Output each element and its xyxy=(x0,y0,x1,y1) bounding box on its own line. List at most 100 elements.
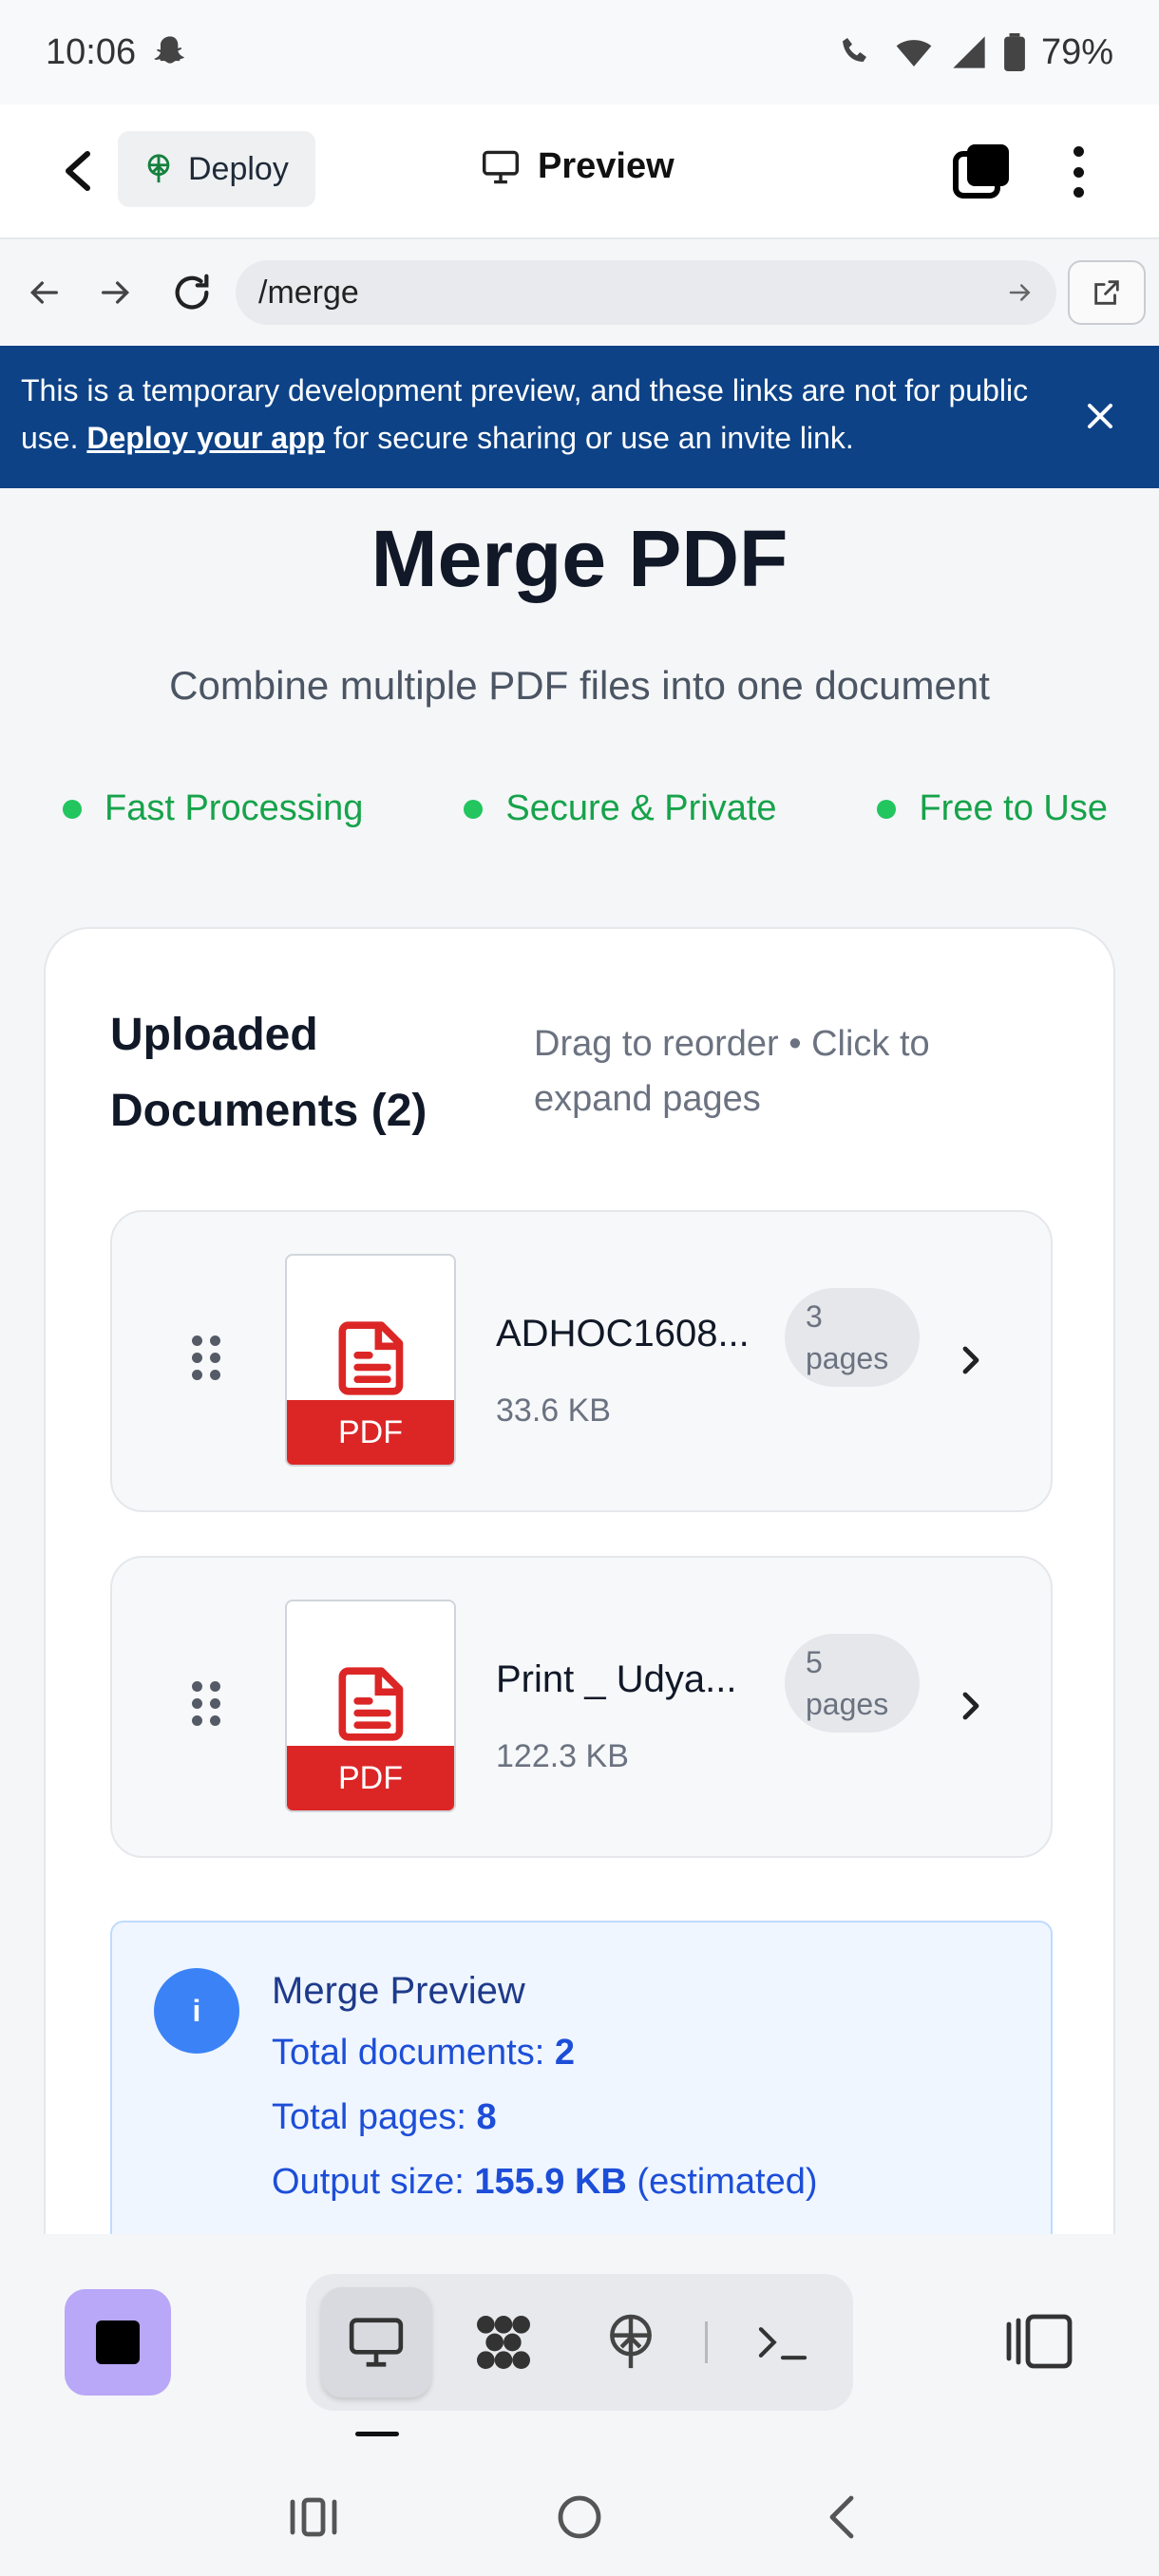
app-header: Deploy Preview xyxy=(0,104,1159,239)
toolbar-divider xyxy=(705,2321,708,2363)
drag-handle-icon[interactable] xyxy=(192,1335,220,1381)
kebab-dot xyxy=(1073,146,1084,157)
chevron-left-icon xyxy=(829,2495,854,2539)
deploy-button[interactable]: Deploy xyxy=(118,131,315,207)
document-size: 33.6 KB xyxy=(496,1392,611,1429)
document-name: Print _ Udya... xyxy=(496,1658,737,1700)
external-link-icon xyxy=(1094,280,1119,305)
status-bar: 10:06 79% xyxy=(0,0,1159,104)
browser-back-button[interactable] xyxy=(17,266,70,319)
signal-icon xyxy=(953,36,985,68)
monitor-icon xyxy=(349,2318,404,2367)
deploy-tab[interactable] xyxy=(576,2287,686,2397)
banner-close-button[interactable] xyxy=(1079,395,1121,437)
stop-button[interactable] xyxy=(65,2289,171,2396)
arrow-left-icon xyxy=(29,281,58,304)
active-tab-indicator xyxy=(355,2432,399,2436)
cluster-icon xyxy=(477,2316,530,2369)
reload-button[interactable] xyxy=(165,266,218,319)
total-documents-label: Total documents: xyxy=(272,2033,555,2073)
document-item[interactable]: PDF ADHOC1608... 33.6 KB 3 pages xyxy=(110,1210,1053,1512)
drag-handle-icon[interactable] xyxy=(192,1681,220,1727)
system-navigation-bar xyxy=(0,2453,1159,2576)
feature-item: Free to Use xyxy=(877,788,1108,829)
system-back-button[interactable] xyxy=(815,2489,872,2546)
kebab-dot xyxy=(1073,187,1084,198)
file-text-icon xyxy=(338,1321,404,1395)
panel-toggle-button[interactable] xyxy=(1001,2308,1077,2375)
back-button[interactable] xyxy=(49,142,106,199)
kebab-dot xyxy=(1073,166,1084,178)
page-subtitle: Combine multiple PDF files into one docu… xyxy=(169,663,990,708)
page-count-label: pages xyxy=(806,1687,889,1721)
home-icon xyxy=(558,2495,601,2539)
file-text-icon xyxy=(338,1667,404,1741)
feature-dot xyxy=(877,799,897,819)
close-icon xyxy=(1087,403,1113,429)
total-pages-label: Total pages: xyxy=(272,2097,477,2137)
output-size-value: 155.9 KB xyxy=(474,2162,627,2202)
banner-text-after: for secure sharing or use an invite link… xyxy=(325,421,854,455)
page-count-badge: 5 pages xyxy=(785,1634,920,1733)
agent-tab[interactable] xyxy=(448,2287,559,2397)
feature-label: Fast Processing xyxy=(104,788,364,828)
document-size: 122.3 KB xyxy=(496,1738,629,1774)
feature-label: Secure & Private xyxy=(505,788,777,828)
expand-pages-button[interactable] xyxy=(954,1687,988,1725)
arrow-right-icon xyxy=(1009,284,1031,301)
more-options-button[interactable] xyxy=(1054,141,1102,203)
shell-tab[interactable] xyxy=(728,2287,838,2397)
merge-preview-title: Merge Preview xyxy=(272,1970,525,2012)
battery-percent: 79% xyxy=(1040,31,1113,72)
reorder-hint: Drag to reorder • Click to expand pages xyxy=(534,1024,930,1119)
reload-icon xyxy=(175,274,209,310)
feature-dot xyxy=(464,799,484,819)
open-external-button[interactable] xyxy=(1068,260,1146,325)
preview-tab[interactable] xyxy=(321,2287,431,2397)
url-text: /merge xyxy=(258,274,359,311)
expand-pages-button[interactable] xyxy=(954,1341,988,1379)
total-pages: Total pages: 8 xyxy=(272,2097,497,2138)
total-documents: Total documents: 2 xyxy=(272,2033,575,2074)
document-name: ADHOC1608... xyxy=(496,1313,750,1354)
terminal-icon xyxy=(758,2327,808,2360)
page-count: 3 xyxy=(806,1299,823,1334)
battery-icon xyxy=(1004,33,1025,71)
preview-warning-banner: This is a temporary development preview,… xyxy=(0,346,1159,488)
url-input[interactable]: /merge xyxy=(236,260,1056,325)
browser-forward-button[interactable] xyxy=(89,266,142,319)
info-icon: i xyxy=(154,1968,239,2054)
uploaded-documents-title: Uploaded Documents (2) xyxy=(110,1010,428,1136)
wifi-icon xyxy=(896,40,932,66)
recents-button[interactable] xyxy=(285,2489,342,2546)
feature-list: Fast Processing Secure & Private Free to… xyxy=(63,788,1108,829)
snapchat-icon xyxy=(154,36,185,64)
panel-icon xyxy=(1006,2314,1073,2369)
chevron-right-icon xyxy=(962,1346,979,1374)
chevron-right-icon xyxy=(962,1692,979,1720)
bottom-toolbar xyxy=(0,2234,1159,2453)
deploy-app-link[interactable]: Deploy your app xyxy=(86,421,325,455)
total-documents-value: 2 xyxy=(554,2033,575,2073)
url-go-button[interactable] xyxy=(1001,274,1039,312)
pdf-thumbnail: PDF xyxy=(285,1254,456,1467)
monitor-icon xyxy=(483,150,519,183)
pdf-badge: PDF xyxy=(287,1400,454,1465)
tabs-button[interactable] xyxy=(950,141,1013,203)
feature-item: Secure & Private xyxy=(464,788,777,829)
total-pages-value: 8 xyxy=(476,2097,497,2137)
home-button[interactable] xyxy=(551,2489,608,2546)
page-count-badge: 3 pages xyxy=(785,1288,920,1387)
preview-title: Preview xyxy=(481,146,674,187)
output-size-label: Output size: xyxy=(272,2162,475,2202)
recents-icon xyxy=(290,2497,337,2537)
browser-bar: /merge xyxy=(0,239,1159,346)
feature-dot xyxy=(63,799,82,819)
document-item[interactable]: PDF Print _ Udya... 122.3 KB 5 pages xyxy=(110,1556,1053,1858)
page-count-label: pages xyxy=(806,1341,889,1375)
stop-icon xyxy=(96,2320,140,2364)
deploy-label: Deploy xyxy=(188,150,289,187)
feature-label: Free to Use xyxy=(919,788,1108,828)
chevron-left-icon xyxy=(66,151,90,191)
preview-label: Preview xyxy=(538,146,674,186)
